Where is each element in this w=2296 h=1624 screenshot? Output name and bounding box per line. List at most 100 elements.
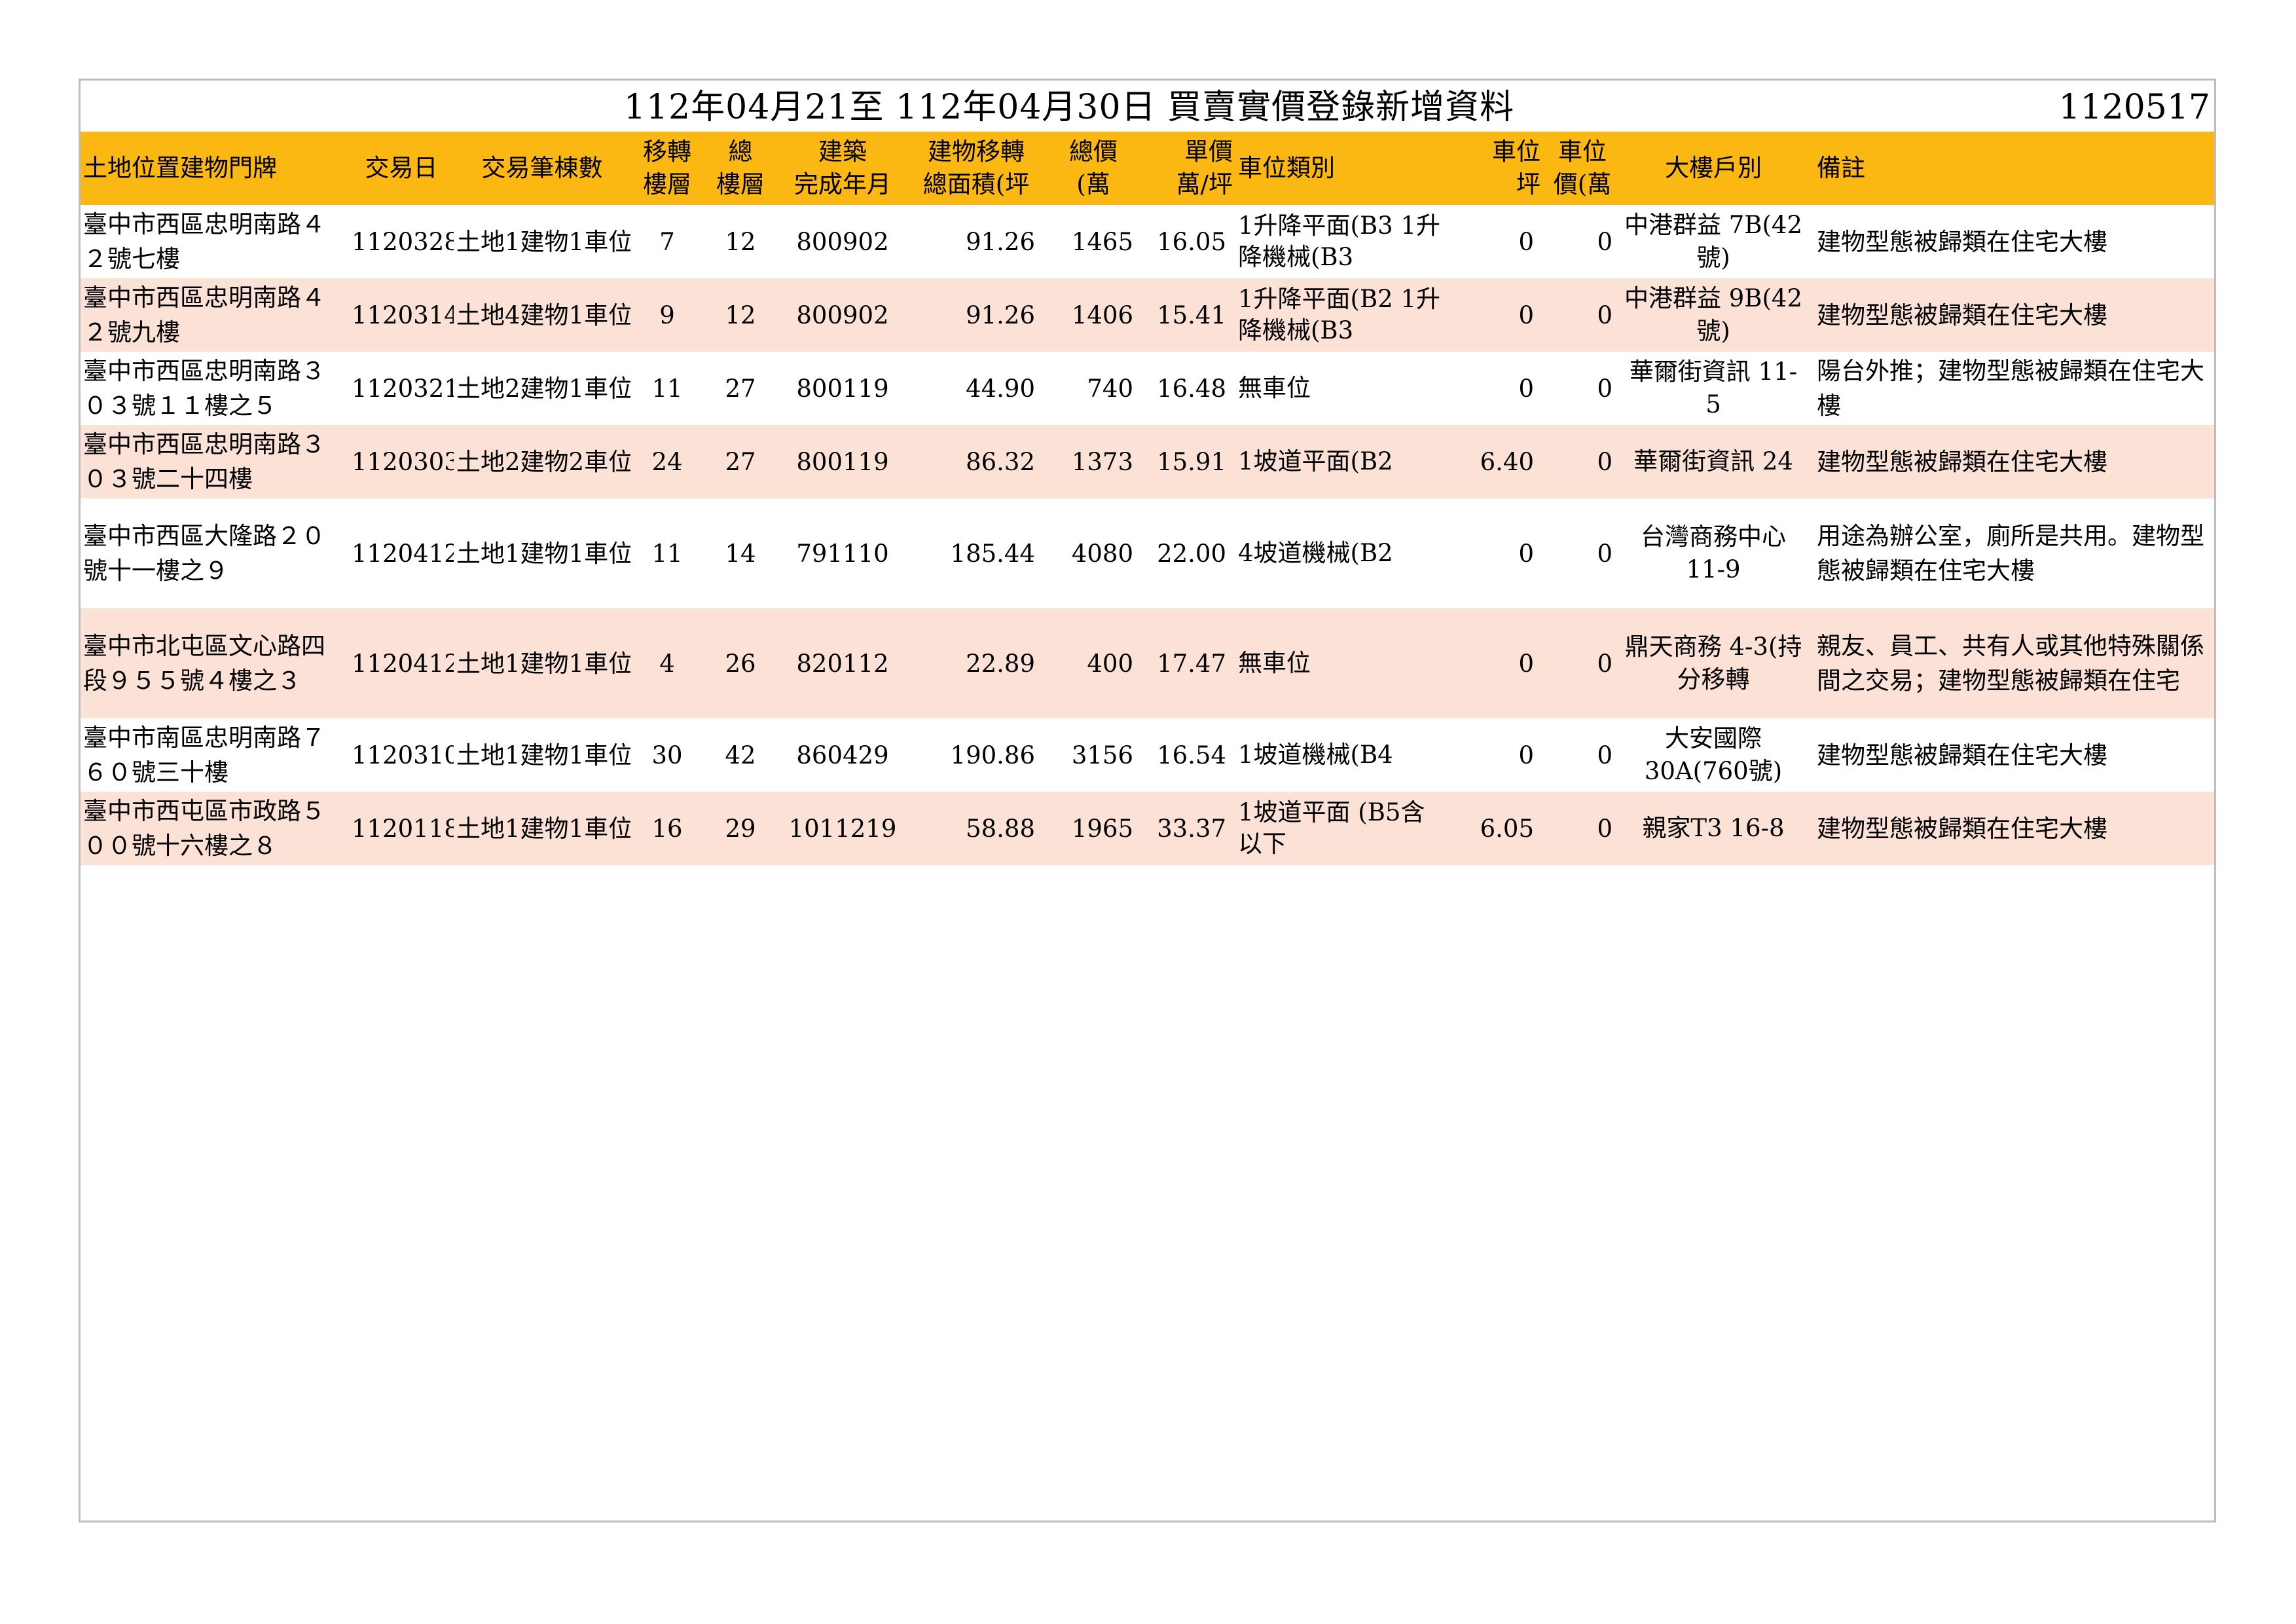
cell-note: 用途為辦公室，廁所是共用。建物型態被歸類在住宅大樓 (1817, 522, 2204, 585)
cell-floor: 9 (659, 301, 675, 329)
cell-units: 土地1建物1車位1 (456, 741, 630, 769)
cell-note: 建物型態被歸類在住宅大樓 (1817, 814, 2107, 843)
cell-total-price: 3156 (1071, 741, 1133, 769)
cell-unit-price: 16.05 (1157, 227, 1226, 256)
cell-area: 44.90 (966, 374, 1035, 403)
cell-unit-price: 15.91 (1157, 447, 1226, 476)
cell-parking-price: 0 (1597, 301, 1613, 329)
cell-building: 華爾街資訊 24 (1633, 447, 1793, 475)
cell-area: 190.86 (950, 741, 1035, 769)
cell-building: 台灣商務中心 11-9 (1641, 523, 1786, 583)
cell-note: 建物型態被歸類在住宅大樓 (1817, 301, 2107, 329)
cell-floor: 11 (651, 374, 683, 403)
cell-date: 1120310 (352, 741, 454, 769)
cell-built: 791110 (796, 539, 889, 568)
cell-units: 土地2建物1車位0 (456, 374, 630, 403)
header-parking-type: 車位類別 (1238, 154, 1335, 182)
header-total-floors: 總樓層 (716, 138, 765, 198)
cell-location: 臺中市西屯區市政路５００號十六樓之８ (83, 797, 325, 860)
table-header-row: 土地位置建物門牌 交易日 交易筆棟數 移轉 樓層 總樓層 建築 完成年月 建物移轉總… (81, 132, 2214, 205)
cell-unit-price: 16.48 (1157, 374, 1226, 403)
cell-total-floors: 26 (725, 649, 756, 678)
cell-built: 1011219 (788, 814, 897, 843)
cell-location: 臺中市北屯區文心路四段９５５號４樓之３ (83, 632, 325, 695)
cell-parking-type: 1升降平面(B3 1升降機械(B3 (1238, 212, 1441, 271)
table-row: 臺中市南區忠明南路７６０號三十樓 1120310 土地1建物1車位1 30 42… (81, 718, 2214, 792)
cell-parking-type: 1坡道機械(B4 (1238, 741, 1393, 769)
cell-unit-price: 16.54 (1157, 741, 1226, 769)
cell-date: 1120303 (352, 447, 454, 476)
cell-date: 1120118 (352, 814, 454, 843)
cell-built: 860429 (796, 741, 889, 769)
cell-units: 土地4建物1車位2 (456, 301, 630, 329)
cell-building: 鼎天商務 4-3(持分移轉 (1624, 633, 1802, 693)
document-title: 112年04月21至 112年04月30日 買賣實價登錄新增資料 (623, 88, 1515, 127)
cell-building: 大安國際 30A(760號) (1644, 724, 1783, 785)
cell-parking-area: 0 (1518, 374, 1534, 403)
table-row: 臺中市西區忠明南路４２號九樓 1120314 土地4建物1車位2 9 12 80… (81, 278, 2214, 352)
cell-building: 親家T3 16-8 (1642, 814, 1785, 842)
cell-parking-area: 6.05 (1480, 814, 1534, 843)
cell-location: 臺中市西區忠明南路３０３號二十四樓 (83, 430, 325, 493)
cell-parking-type: 1坡道平面(B2 (1238, 447, 1393, 475)
cell-parking-area: 0 (1518, 741, 1534, 769)
cell-parking-area: 0 (1518, 301, 1534, 329)
cell-total-floors: 14 (725, 539, 756, 568)
cell-area: 86.32 (966, 447, 1035, 476)
header-location: 土地位置建物門牌 (83, 154, 277, 182)
document-frame: 112年04月21至 112年04月30日 買賣實價登錄新增資料 1120517… (79, 79, 2216, 1522)
cell-location: 臺中市西區忠明南路４２號七樓 (83, 210, 325, 273)
cell-built: 820112 (796, 649, 889, 678)
cell-floor: 16 (651, 814, 683, 843)
header-built: 建築 完成年月 (794, 138, 891, 198)
cell-parking-price: 0 (1597, 649, 1613, 678)
cell-unit-price: 15.41 (1157, 301, 1226, 329)
cell-built: 800902 (796, 301, 889, 329)
cell-note: 建物型態被歸類在住宅大樓 (1817, 227, 2107, 256)
cell-area: 91.26 (966, 301, 1035, 329)
cell-total-price: 1465 (1071, 227, 1133, 256)
title-row: 112年04月21至 112年04月30日 買賣實價登錄新增資料 1120517 (81, 81, 2214, 132)
header-note: 備註 (1817, 154, 1865, 182)
cell-parking-area: 6.40 (1480, 447, 1534, 476)
cell-parking-area: 0 (1518, 649, 1534, 678)
cell-parking-price: 0 (1597, 227, 1613, 256)
cell-location: 臺中市西區忠明南路４２號九樓 (83, 284, 325, 346)
cell-parking-type: 1坡道平面 (B5含以下 (1238, 798, 1425, 858)
cell-total-price: 1373 (1071, 447, 1133, 476)
cell-parking-area: 0 (1518, 227, 1534, 256)
cell-parking-type: 無車位 (1238, 649, 1311, 677)
header-units: 交易筆棟數 (481, 154, 603, 182)
cell-building: 華爾街資訊 11-5 (1629, 358, 1798, 418)
cell-total-floors: 12 (725, 227, 756, 256)
cell-parking-type: 4坡道機械(B2 (1238, 539, 1393, 567)
cell-date: 1120314 (352, 301, 454, 329)
cell-note: 建物型態被歸類在住宅大樓 (1817, 741, 2107, 769)
cell-total-price: 1406 (1071, 301, 1133, 329)
header-parking-area: 車位坪 (1492, 138, 1540, 198)
header-floor: 移轉 樓層 (643, 138, 691, 198)
cell-total-floors: 12 (725, 301, 756, 329)
cell-built: 800119 (796, 374, 889, 403)
header-total-price: 總價 (萬 (1069, 138, 1118, 198)
cell-date: 1120321 (352, 374, 454, 403)
cell-location: 臺中市南區忠明南路７６０號三十樓 (83, 724, 325, 786)
cell-floor: 30 (651, 741, 683, 769)
cell-note: 陽台外推；建物型態被歸類在住宅大樓 (1817, 357, 2204, 420)
cell-date: 1120328 (352, 227, 454, 256)
cell-floor: 4 (659, 649, 675, 678)
cell-total-floors: 42 (725, 741, 756, 769)
cell-parking-area: 0 (1518, 539, 1534, 568)
header-area: 建物移轉 總面積(坪 (922, 138, 1030, 198)
cell-total-price: 1965 (1071, 814, 1133, 843)
cell-location: 臺中市西區大隆路２０號十一樓之９ (83, 522, 325, 585)
cell-total-floors: 29 (725, 814, 756, 843)
cell-unit-price: 33.37 (1157, 814, 1226, 843)
header-date: 交易日 (365, 154, 438, 182)
cell-unit-price: 22.00 (1157, 539, 1226, 568)
cell-area: 58.88 (966, 814, 1035, 843)
cell-area: 91.26 (966, 227, 1035, 256)
table-row: 臺中市北屯區文心路四段９５５號４樓之３ 1120412 土地1建物1車位0 4 … (81, 608, 2214, 718)
cell-floor: 7 (659, 227, 675, 256)
cell-built: 800119 (796, 447, 889, 476)
